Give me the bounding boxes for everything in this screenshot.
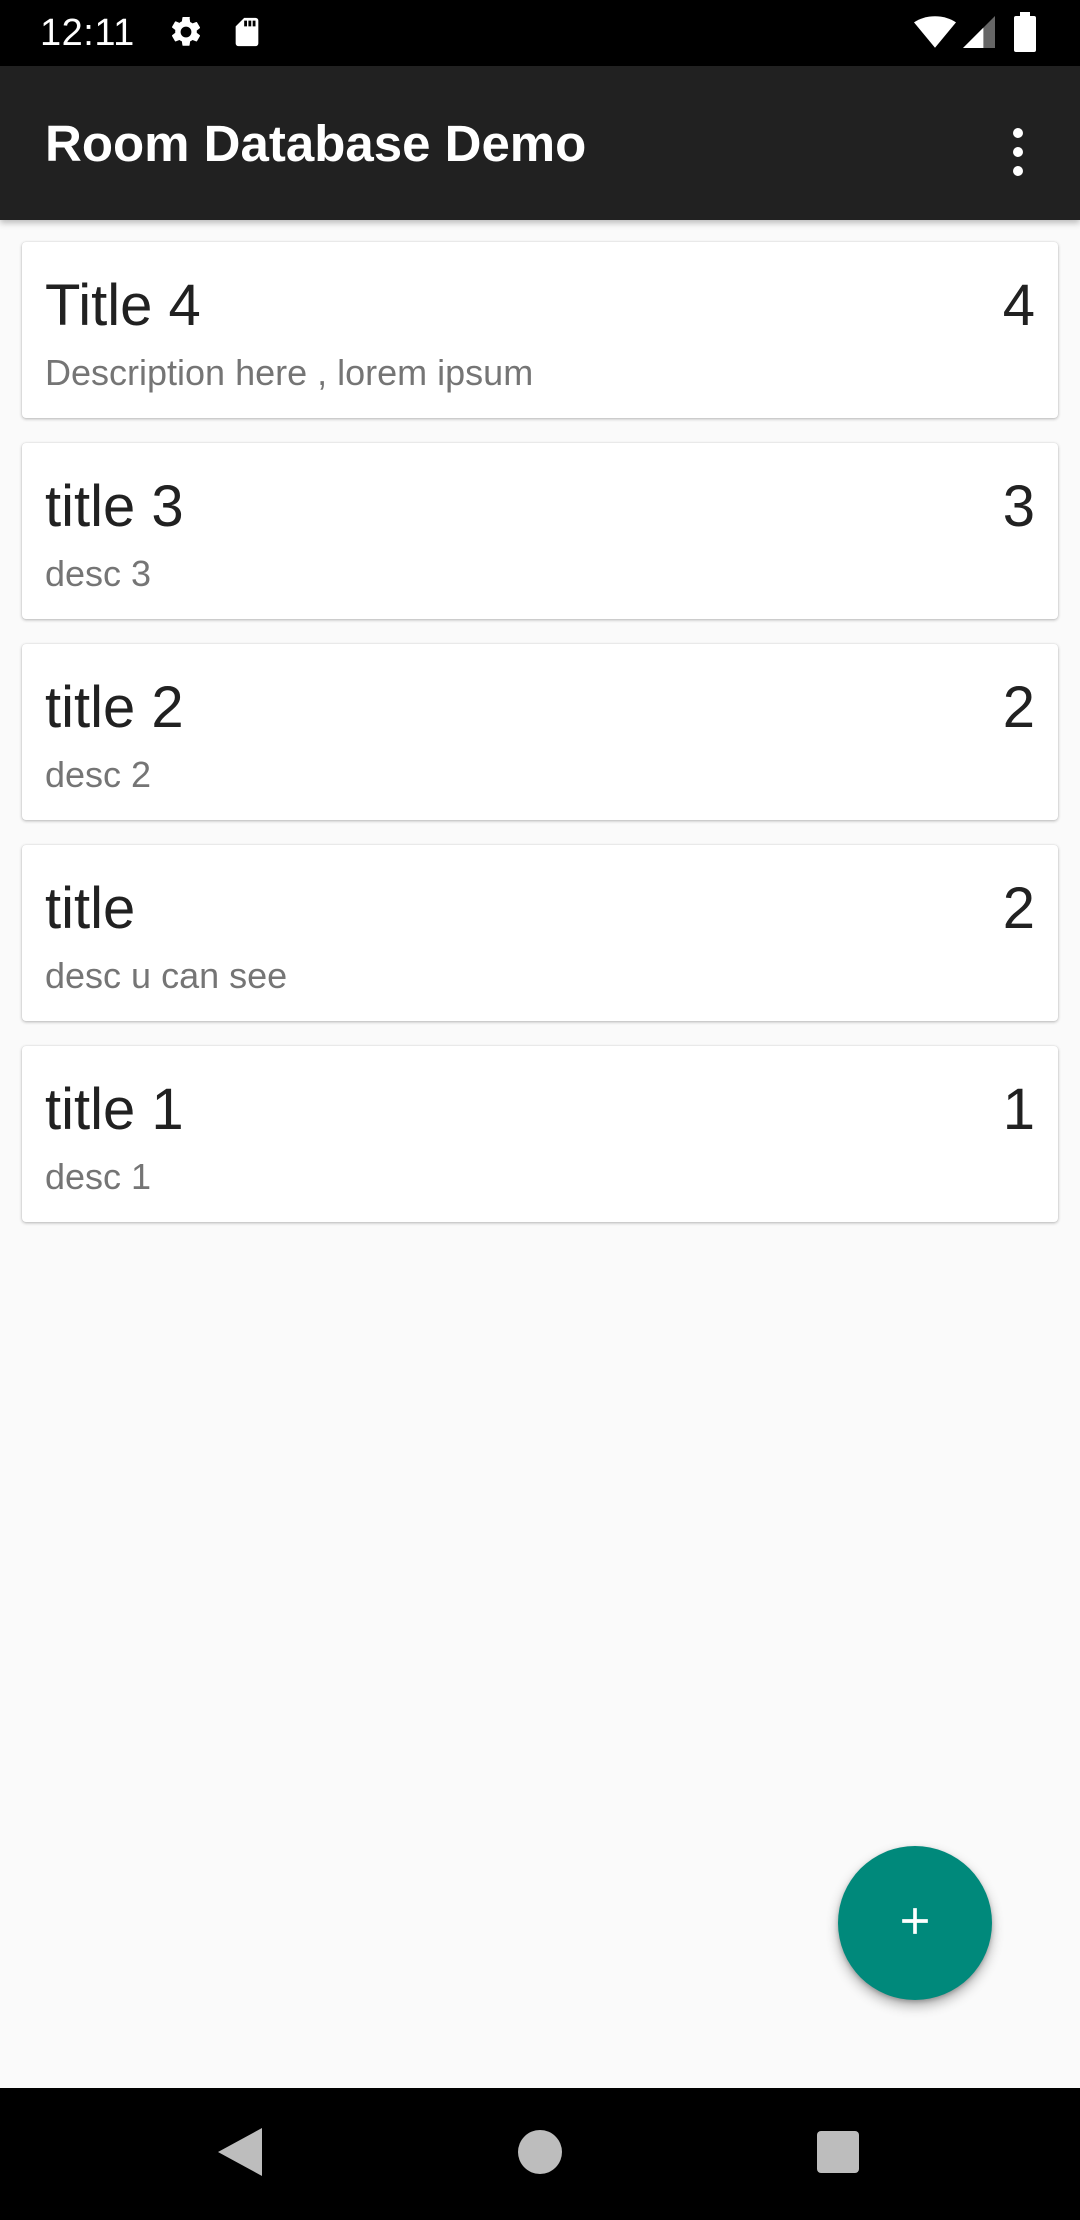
note-card[interactable]: Title 4 Description here , lorem ipsum 4: [22, 242, 1058, 418]
home-button[interactable]: [460, 2088, 620, 2220]
note-description: Description here , lorem ipsum: [45, 352, 534, 393]
battery-icon: [1014, 12, 1036, 57]
back-button[interactable]: [160, 2088, 320, 2220]
plus-icon: [893, 1899, 937, 1948]
status-bar: 12:11: [0, 0, 1080, 66]
status-time: 12:11: [40, 12, 135, 54]
note-title: title 2: [45, 675, 184, 740]
note-title: title 3: [45, 474, 184, 539]
recents-icon: [817, 2130, 859, 2178]
note-priority: 2: [1002, 876, 1035, 941]
note-priority: 1: [1002, 1077, 1035, 1142]
wifi-icon: [914, 16, 956, 53]
add-note-button[interactable]: [838, 1846, 992, 2000]
note-priority: 3: [1002, 474, 1035, 539]
more-vert-icon[interactable]: [994, 112, 1042, 192]
app-bar: Room Database Demo: [0, 66, 1080, 220]
note-title: Title 4: [45, 273, 201, 338]
navigation-bar: [0, 2088, 1080, 2220]
note-description: desc u can see: [45, 955, 288, 996]
recents-button[interactable]: [758, 2088, 918, 2220]
app-title: Room Database Demo: [45, 115, 587, 172]
cellular-signal-icon: [962, 16, 996, 53]
note-title: title: [45, 876, 136, 941]
note-description: desc 2: [45, 754, 152, 795]
note-card[interactable]: title 3 desc 3 3: [22, 443, 1058, 619]
note-title: title 1: [45, 1077, 184, 1142]
note-description: desc 1: [45, 1156, 152, 1197]
home-icon: [518, 2129, 562, 2179]
note-priority: 2: [1002, 675, 1035, 740]
note-description: desc 3: [45, 553, 152, 594]
note-card[interactable]: title desc u can see 2: [22, 845, 1058, 1021]
note-card[interactable]: title 2 desc 2 2: [22, 644, 1058, 820]
note-card[interactable]: title 1 desc 1 1: [22, 1046, 1058, 1222]
back-icon: [218, 2127, 262, 2181]
note-priority: 4: [1002, 273, 1035, 338]
sd-card-icon: [230, 14, 264, 55]
gear-icon: [168, 14, 204, 55]
